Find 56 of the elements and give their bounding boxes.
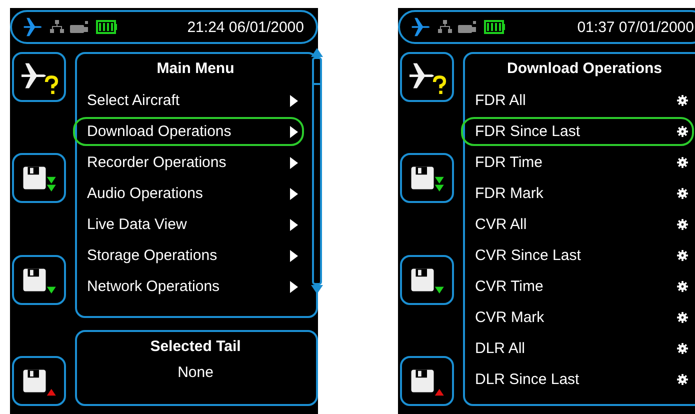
usb-drive-icon xyxy=(70,21,90,33)
menu-item[interactable]: Live Data View xyxy=(73,210,304,239)
gear-icon xyxy=(677,343,688,354)
gear-icon xyxy=(677,95,688,106)
submenu-arrow-icon xyxy=(290,188,298,200)
menu-item[interactable]: FDR Since Last xyxy=(461,117,694,146)
clock-text: 01:37 07/01/2000 xyxy=(577,18,694,36)
plane-icon xyxy=(410,16,432,38)
menu-item[interactable]: DLR All xyxy=(461,334,694,363)
menu-item[interactable]: Download Operations xyxy=(73,117,304,146)
menu-item[interactable]: FDR All xyxy=(461,86,694,115)
gear-icon xyxy=(677,281,688,292)
submenu-arrow-icon xyxy=(290,218,298,230)
side-button[interactable] xyxy=(400,356,454,406)
submenu-arrow-icon xyxy=(290,94,298,106)
submenu-arrow-icon xyxy=(290,156,298,168)
gear-icon xyxy=(677,157,688,168)
side-button[interactable] xyxy=(12,153,66,204)
info-value: None xyxy=(176,364,214,381)
gear-icon xyxy=(677,188,688,199)
menu-item[interactable]: CVR Time xyxy=(461,272,694,301)
menu-item[interactable]: Audio Operations xyxy=(73,179,304,208)
gear-icon xyxy=(677,374,688,385)
side-button[interactable] xyxy=(12,356,66,406)
info-title: Selected Tail xyxy=(149,338,242,357)
menu-title: Main Menu xyxy=(156,60,236,79)
side-button[interactable] xyxy=(12,52,66,102)
gear-icon xyxy=(677,312,688,323)
usb-drive-icon xyxy=(458,21,478,33)
menu-title: Download Operations xyxy=(506,60,663,79)
battery-icon xyxy=(484,20,506,34)
submenu-arrow-icon xyxy=(290,250,298,262)
gear-icon xyxy=(677,250,688,261)
plane-icon xyxy=(22,16,44,38)
menu-item[interactable]: Storage Operations xyxy=(73,241,304,270)
gear-icon xyxy=(677,126,688,137)
side-button[interactable] xyxy=(400,52,454,102)
menu-item[interactable]: Select Aircraft xyxy=(73,86,304,115)
menu-item[interactable]: DLR Since Last xyxy=(461,365,694,394)
clock-text: 21:24 06/01/2000 xyxy=(187,18,304,36)
menu-item[interactable]: CVR Mark xyxy=(461,303,694,332)
submenu-arrow-icon xyxy=(290,280,298,292)
side-button[interactable] xyxy=(400,153,454,204)
network-icon xyxy=(438,20,452,34)
gear-icon xyxy=(677,219,688,230)
side-button[interactable] xyxy=(12,254,66,305)
menu-item[interactable]: CVR Since Last xyxy=(461,241,694,270)
menu-item[interactable]: Recorder Operations xyxy=(73,148,304,177)
menu-item[interactable]: FDR Mark xyxy=(461,179,694,208)
network-icon xyxy=(50,20,64,34)
menu-item[interactable]: CVR All xyxy=(461,210,694,239)
menu-item[interactable]: FDR Time xyxy=(461,148,694,177)
submenu-arrow-icon xyxy=(290,126,298,138)
side-button[interactable] xyxy=(400,254,454,305)
battery-icon xyxy=(96,20,118,34)
menu-item[interactable]: Network Operations xyxy=(73,272,304,301)
